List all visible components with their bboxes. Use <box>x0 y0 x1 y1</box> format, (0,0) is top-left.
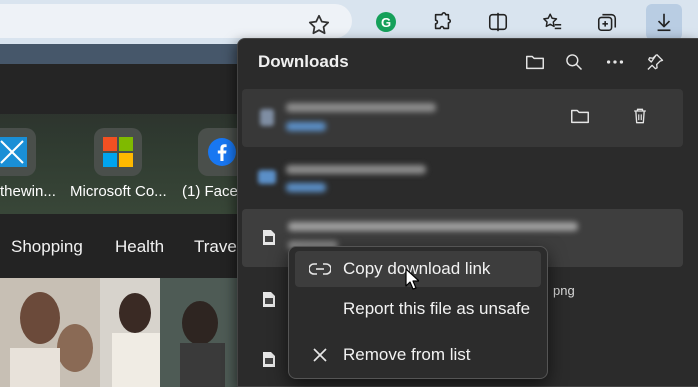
file-type-icon <box>258 170 276 184</box>
microsoft-logo-icon <box>103 137 133 167</box>
split-screen-button[interactable] <box>482 6 514 38</box>
file-type-icon <box>263 352 275 367</box>
pin-flyout-button[interactable] <box>642 49 668 75</box>
downloads-title: Downloads <box>258 52 349 71</box>
site-tile-microsoft[interactable] <box>94 128 142 176</box>
news-photo[interactable] <box>100 278 238 387</box>
downloads-icon <box>657 13 671 32</box>
delete-icon <box>634 108 646 124</box>
menu-item-label: Report this file as unsafe <box>343 299 531 318</box>
file-type-icon <box>263 230 275 245</box>
search-icon <box>566 54 583 71</box>
menu-item-label: Remove from list <box>343 345 471 364</box>
site-label[interactable]: thewin... <box>0 183 56 200</box>
blurred-filename <box>288 222 578 231</box>
close-icon <box>309 346 331 364</box>
news-photo[interactable] <box>0 278 100 387</box>
site-tile-thewindowsclub[interactable] <box>0 128 36 176</box>
open-downloads-folder-button[interactable] <box>522 49 548 75</box>
filename-fragment: png <box>553 283 575 298</box>
address-bar[interactable] <box>0 4 352 38</box>
nav-item-travel[interactable]: Trave <box>194 237 237 257</box>
download-item[interactable] <box>242 89 683 147</box>
pin-icon <box>647 54 664 70</box>
link-icon <box>309 260 331 278</box>
collections-button[interactable] <box>591 6 623 38</box>
download-item[interactable] <box>242 149 683 207</box>
nav-item-health[interactable]: Health <box>115 237 164 257</box>
open-folder-icon <box>526 55 544 70</box>
open-folder-icon <box>571 109 589 124</box>
grammarly-icon: G <box>376 12 396 32</box>
search-downloads-button[interactable] <box>561 49 587 75</box>
favorites-icon <box>543 13 562 30</box>
download-context-menu: Copy download link Report this file as u… <box>288 246 548 379</box>
file-type-icon <box>260 109 274 126</box>
menu-item-report-unsafe[interactable]: Report this file as unsafe <box>295 291 541 327</box>
downloads-button[interactable] <box>646 4 682 40</box>
blurred-filename <box>286 103 436 112</box>
split-screen-icon <box>488 12 508 32</box>
more-options-button[interactable] <box>602 49 628 75</box>
nav-item-shopping[interactable]: Shopping <box>11 237 83 257</box>
blue-x-icon <box>0 137 27 167</box>
open-file-folder-button[interactable] <box>567 103 593 129</box>
extensions-button[interactable] <box>426 6 458 38</box>
mouse-cursor-icon <box>405 268 419 290</box>
extensions-icon <box>434 12 452 30</box>
blurred-filename <box>286 165 426 174</box>
grammarly-extension-button[interactable]: G <box>370 6 402 38</box>
collections-icon <box>597 13 617 32</box>
facebook-logo-icon <box>208 138 236 166</box>
star-icon[interactable] <box>306 12 332 38</box>
site-label[interactable]: Microsoft Co... <box>70 183 167 200</box>
menu-item-remove-from-list[interactable]: Remove from list <box>295 337 541 373</box>
blurred-link <box>286 183 326 192</box>
blurred-link <box>286 122 326 131</box>
favorites-button[interactable] <box>536 6 568 38</box>
file-type-icon <box>263 292 275 307</box>
delete-file-button[interactable] <box>627 103 653 129</box>
more-icon <box>606 60 624 64</box>
